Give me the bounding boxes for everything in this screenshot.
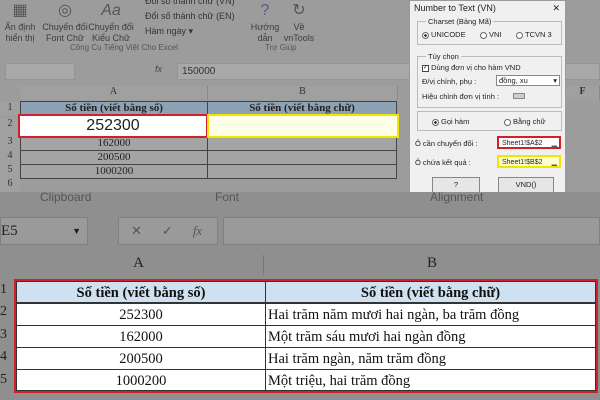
- cell-text[interactable]: Một triệu, hai trăm đồng: [265, 369, 596, 391]
- radio-bang-chu[interactable]: Bằng chữ: [504, 117, 546, 126]
- cell-number[interactable]: 252300: [16, 303, 266, 326]
- charset-legend: Charset (Bảng Mã): [426, 17, 494, 26]
- group-label-tools: Công Cụ Tiếng Việt Cho Excel: [70, 43, 178, 52]
- help-icon: ?: [453, 180, 459, 189]
- group-label-font: Font: [215, 190, 240, 204]
- ve-vntools-button[interactable]: ↻ Về vnTools: [282, 0, 316, 44]
- formula-input[interactable]: [223, 217, 600, 245]
- cell-a3[interactable]: 162000: [20, 136, 208, 151]
- row-header[interactable]: 4: [0, 349, 12, 365]
- menu-item-ham-ngay[interactable]: Hàm ngày ▾: [145, 24, 235, 39]
- cell-number[interactable]: 162000: [16, 325, 266, 348]
- row-header[interactable]: 4: [0, 150, 20, 164]
- cell-number[interactable]: 1000200: [16, 369, 266, 391]
- chuyen-doi-font-button[interactable]: ◎ Chuyển đổi Font Chữ: [42, 0, 88, 44]
- fx-icon[interactable]: fx: [155, 64, 162, 74]
- charset-group: Charset (Bảng Mã) UNICODE VNI TCVN 3: [417, 17, 562, 45]
- column-header-b[interactable]: B: [208, 86, 398, 100]
- question-icon: ?: [260, 2, 270, 19]
- source-label: Ô cần chuyển đổi :: [415, 139, 478, 148]
- result-label: Ô chứa kết quả :: [415, 158, 471, 167]
- menu-item-en[interactable]: Đổi số thành chữ (EN): [145, 9, 235, 24]
- cell-b5[interactable]: [207, 164, 397, 179]
- source-input[interactable]: Sheet1!$A$2 ▁: [497, 136, 561, 149]
- header-cell-a[interactable]: Số tiền (viết bằng số): [16, 281, 266, 303]
- close-icon[interactable]: ✕: [552, 3, 560, 14]
- cell-text[interactable]: Hai trăm ngàn, năm trăm đồng: [265, 347, 596, 370]
- font-aa-icon: Aa: [101, 2, 121, 19]
- header-cell-b[interactable]: Số tiền (viết bằng chữ): [265, 281, 596, 303]
- column-header-f[interactable]: F: [566, 86, 600, 100]
- result-input[interactable]: Sheet1!$B$2 ▁: [497, 155, 561, 168]
- row-header[interactable]: 3: [0, 327, 12, 343]
- vnd-button[interactable]: VND(): [498, 177, 554, 192]
- number-to-text-dialog: Number to Text (VN) ✕ Charset (Bảng Mã) …: [409, 0, 566, 192]
- convert-list: Đổi số thành chữ (VN) Đổi số thành chữ (…: [145, 0, 235, 39]
- cell-b4[interactable]: [207, 150, 397, 165]
- cell-text[interactable]: Một trăm sáu mươi hai ngàn đồng: [265, 325, 596, 348]
- refresh-icon: ↻: [292, 2, 306, 19]
- mode-group: Gọi hàm Bằng chữ: [417, 111, 562, 131]
- cell-b3[interactable]: [207, 136, 397, 151]
- row-header[interactable]: 3: [0, 136, 20, 150]
- column-header-b[interactable]: B: [264, 255, 600, 275]
- cell-number[interactable]: 200500: [16, 347, 266, 370]
- row-header[interactable]: 1: [0, 102, 20, 116]
- radio-goi-ham[interactable]: Gọi hàm: [432, 117, 469, 126]
- radio-tcvn3[interactable]: TCVN 3: [516, 30, 552, 39]
- bottom-excel-screenshot: Clipboard Font Alignment E5 ▼ ✕ ✓ fx A B 1 …: [0, 190, 600, 400]
- cell-b2-highlight[interactable]: [207, 114, 399, 138]
- top-excel-screenshot: ▦ Ẩn định hiển thị ◎ Chuyển đổi Font Chữ Aa C…: [0, 0, 600, 192]
- name-box[interactable]: E5 ▼: [0, 217, 88, 245]
- options-group: Tùy chọn ✓ Dùng đơn vị cho hàm VND Đ/vị …: [417, 52, 562, 108]
- column-header-a[interactable]: A: [20, 86, 208, 100]
- huong-dan-button[interactable]: ? Hướng dẫn: [248, 0, 282, 44]
- an-dinh-button[interactable]: ▦ Ẩn định hiển thị: [0, 0, 40, 44]
- row-header[interactable]: 5: [0, 372, 12, 388]
- group-label-help: Trợ Giúp: [265, 43, 297, 52]
- excel-grid-icon: ▦: [12, 2, 28, 19]
- cell-a5[interactable]: 1000200: [20, 164, 208, 179]
- result-table: Số tiền (viết bằng số) Số tiền (viết bằn…: [14, 279, 598, 393]
- row-header[interactable]: 2: [0, 304, 12, 320]
- fx-icon[interactable]: fx: [193, 223, 202, 238]
- radio-vni[interactable]: VNI: [480, 30, 502, 39]
- cell-a2-highlight[interactable]: 252300: [18, 114, 208, 138]
- group-label-clipboard: Clipboard: [40, 190, 92, 204]
- cell-a4[interactable]: 200500: [20, 150, 208, 165]
- chevron-down-icon: ▾: [553, 76, 557, 85]
- options-legend: Tùy chọn: [426, 52, 461, 61]
- check-circle-icon: ◎: [58, 2, 72, 19]
- menu-item-vn[interactable]: Đổi số thành chữ (VN): [145, 0, 235, 9]
- row-header[interactable]: 2: [0, 118, 20, 136]
- unit-label: Đ/vị chính, phụ :: [422, 77, 477, 86]
- dialog-title: Number to Text (VN): [414, 3, 496, 13]
- unit-adjust-button[interactable]: [513, 93, 525, 99]
- unit-adjust-label: Hiệu chỉnh đơn vị tính :: [422, 92, 500, 101]
- cell-text[interactable]: Hai trăm năm mươi hai ngàn, ba trăm đồng: [265, 303, 596, 326]
- enter-icon[interactable]: ✓: [162, 223, 173, 238]
- cancel-icon[interactable]: ✕: [131, 223, 142, 238]
- row-header[interactable]: 5: [0, 164, 20, 178]
- row-header[interactable]: 1: [0, 282, 12, 298]
- row-header[interactable]: 6: [0, 178, 20, 192]
- use-vnd-checkbox[interactable]: ✓ Dùng đơn vị cho hàm VND: [422, 63, 521, 72]
- radio-unicode[interactable]: UNICODE: [422, 30, 466, 39]
- unit-select[interactable]: đồng, xu ▾: [496, 75, 560, 86]
- group-label-alignment: Alignment: [430, 190, 484, 204]
- formula-buttons: ✕ ✓ fx: [118, 217, 218, 245]
- column-header-a[interactable]: A: [14, 255, 264, 275]
- chuyen-doi-kieu-button[interactable]: Aa Chuyển đổi Kiểu Chữ: [88, 0, 134, 44]
- name-box[interactable]: [5, 63, 75, 80]
